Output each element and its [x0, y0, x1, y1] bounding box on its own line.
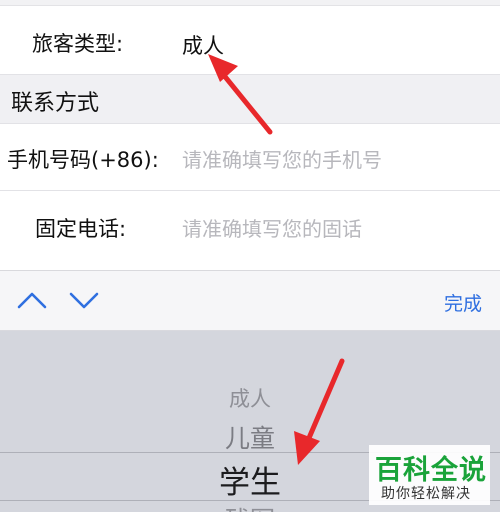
landline-row[interactable]: 固定电话: 请准确填写您的固话: [0, 191, 500, 261]
watermark-subtitle: 助你轻松解决: [381, 486, 471, 502]
picker-option[interactable]: 成人: [0, 383, 500, 413]
picker-toolbar: 完成: [0, 271, 500, 331]
landline-input[interactable]: 请准确填写您的固话: [182, 213, 362, 242]
landline-label: 固定电话:: [35, 217, 127, 241]
mobile-input[interactable]: 请准确填写您的手机号: [182, 144, 382, 173]
annotation-arrow-icon: [294, 358, 345, 465]
traveler-type-label: 旅客类型:: [32, 32, 124, 56]
watermark-logo: 百科全说 助你轻松解决: [369, 445, 490, 505]
chevron-up-icon[interactable]: [16, 285, 48, 315]
watermark-title: 百科全说: [375, 455, 487, 486]
done-button[interactable]: 完成: [444, 289, 482, 316]
contact-section-title: 联系方式: [11, 91, 100, 116]
form-bottom-gap: [0, 261, 500, 271]
annotation-arrow-icon: [208, 54, 273, 135]
chevron-down-icon[interactable]: [68, 285, 100, 315]
mobile-label: 手机号码(+86):: [7, 148, 159, 172]
